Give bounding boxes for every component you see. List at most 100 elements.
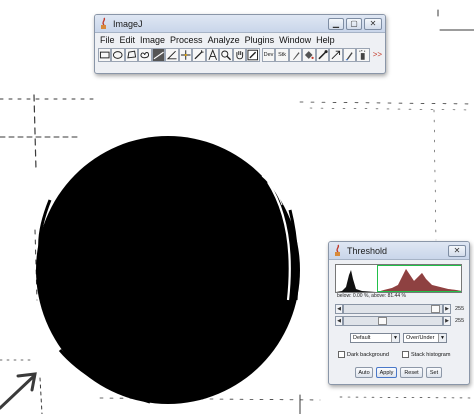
- brush-tool[interactable]: [342, 48, 357, 62]
- stack-histogram-checkbox[interactable]: Stack histogram: [402, 351, 450, 358]
- chevron-right-icon: ▶: [445, 305, 449, 312]
- slider-thumb[interactable]: [431, 304, 440, 313]
- pipette-icon: [318, 50, 328, 60]
- method-value: Default: [353, 335, 371, 341]
- stack-histogram-label: Stack histogram: [411, 351, 451, 358]
- minimize-button[interactable]: ▁: [328, 17, 344, 30]
- auto-button[interactable]: Auto: [355, 367, 373, 378]
- apply-button[interactable]: Apply: [376, 367, 397, 378]
- flood-fill-tool[interactable]: [302, 48, 316, 62]
- upper-threshold-value: 255: [455, 317, 465, 324]
- lower-threshold-slider[interactable]: ◀ ▶ 255: [335, 303, 466, 314]
- text-tool[interactable]: [205, 48, 220, 62]
- imagej-window: ImageJ ▁ ▢ ✕ File Edit Image Process Ana…: [94, 14, 386, 74]
- pencil-tool[interactable]: [288, 48, 303, 62]
- magnifying-glass-icon: [221, 50, 232, 61]
- menu-image[interactable]: Image: [140, 35, 165, 45]
- threshold-title: Threshold: [347, 245, 388, 256]
- window-title: ImageJ: [113, 18, 143, 29]
- menu-process[interactable]: Process: [170, 35, 203, 45]
- slider-thumb[interactable]: [378, 316, 387, 325]
- imagej-titlebar[interactable]: ImageJ ▁ ▢ ✕: [95, 15, 385, 33]
- rectangle-tool[interactable]: [98, 48, 112, 62]
- tool-bar: Dev Stk >>: [95, 47, 385, 63]
- point-tool[interactable]: [178, 48, 193, 62]
- imagej-logo-icon: [101, 17, 106, 29]
- close-icon: ✕: [453, 245, 461, 255]
- menu-bar: File Edit Image Process Analyze Plugins …: [95, 33, 385, 47]
- freehand-tool[interactable]: [138, 48, 152, 62]
- spray-tool[interactable]: [356, 48, 370, 62]
- hand-tool[interactable]: [232, 48, 247, 62]
- dark-background-checkbox[interactable]: Dark background: [338, 351, 389, 358]
- threshold-percent-caption: below: 0.00 %, above: 81.44 %: [337, 293, 406, 299]
- angle-tool-icon: [167, 50, 177, 60]
- straight-line-tool-icon: [153, 51, 164, 60]
- set-button[interactable]: Set: [426, 367, 442, 378]
- dark-background-label: Dark background: [347, 351, 389, 358]
- upper-threshold-slider[interactable]: ◀ ▶ 255: [335, 315, 466, 326]
- polygon-tool[interactable]: [124, 48, 139, 62]
- freehand-tool-icon: [140, 52, 150, 59]
- minimize-icon: ▁: [332, 18, 340, 28]
- menu-file[interactable]: File: [100, 35, 115, 45]
- pipette-tool[interactable]: [315, 48, 330, 62]
- menu-analyze[interactable]: Analyze: [208, 35, 240, 45]
- menu-window[interactable]: Window: [279, 35, 311, 45]
- rectangle-tool-icon: [99, 51, 110, 59]
- threshold-histogram: [335, 264, 462, 293]
- flood-fill-icon: [305, 51, 314, 60]
- checkbox-box[interactable]: [402, 351, 409, 358]
- more-tools-button[interactable]: >>: [373, 48, 382, 62]
- maximize-icon: ▢: [350, 18, 358, 28]
- menu-edit[interactable]: Edit: [120, 35, 136, 45]
- stk-tool-icon: Stk: [278, 52, 287, 58]
- close-icon: ✕: [369, 18, 377, 28]
- chevron-left-icon: ◀: [337, 305, 341, 312]
- chevron-left-icon: ◀: [337, 317, 341, 324]
- slider-right-arrow[interactable]: ▶: [443, 303, 451, 314]
- method-select[interactable]: Default ▼: [350, 333, 400, 343]
- hand-tool-icon: [236, 51, 243, 60]
- magnifier-tool[interactable]: [219, 48, 233, 62]
- close-button[interactable]: ✕: [364, 17, 382, 30]
- polygon-tool-icon: [127, 50, 137, 59]
- angle-tool[interactable]: [165, 48, 179, 62]
- color-picker-icon: [247, 49, 259, 61]
- text-tool-icon: [208, 49, 217, 60]
- stk-tool[interactable]: Stk: [275, 48, 289, 62]
- slider-track[interactable]: [343, 315, 443, 326]
- dev-tool[interactable]: Dev: [261, 48, 276, 62]
- reset-button[interactable]: Reset: [400, 367, 423, 378]
- color-picker-tool[interactable]: [246, 48, 260, 62]
- slider-right-arrow[interactable]: ▶: [443, 315, 451, 326]
- wand-tool-icon: [194, 50, 204, 60]
- slider-track[interactable]: [343, 303, 443, 314]
- maximize-button[interactable]: ▢: [346, 17, 362, 30]
- threshold-titlebar[interactable]: Threshold ✕: [329, 242, 469, 260]
- checkbox-box[interactable]: [338, 351, 345, 358]
- display-mode-select[interactable]: Over/Under ▼: [403, 333, 447, 343]
- dev-tool-icon: Dev: [263, 52, 274, 58]
- threshold-window: Threshold ✕ below: 0.00 %, above: 81.44 …: [328, 241, 470, 385]
- imagej-logo-icon: [335, 244, 340, 256]
- wand-tool[interactable]: [192, 48, 206, 62]
- straight-line-tool[interactable]: [151, 48, 166, 62]
- oval-tool-icon: [113, 51, 124, 59]
- brush-tool-icon: [345, 52, 353, 61]
- pencil-icon: [292, 52, 300, 60]
- chevron-down-icon: ▼: [438, 334, 446, 342]
- spray-can-icon: [359, 50, 366, 60]
- menu-plugins[interactable]: Plugins: [245, 35, 275, 45]
- menu-help[interactable]: Help: [316, 35, 335, 45]
- threshold-selection-box: [377, 265, 461, 292]
- oval-tool[interactable]: [111, 48, 125, 62]
- arrow-tool[interactable]: [329, 48, 343, 62]
- arrow-tool-icon: [331, 50, 341, 60]
- threshold-close-button[interactable]: ✕: [448, 244, 466, 257]
- display-mode-value: Over/Under: [406, 335, 435, 341]
- slider-left-arrow[interactable]: ◀: [335, 315, 343, 326]
- slider-left-arrow[interactable]: ◀: [335, 303, 343, 314]
- lower-threshold-value: 255: [455, 305, 465, 312]
- chevron-right-icon: ▶: [445, 317, 449, 324]
